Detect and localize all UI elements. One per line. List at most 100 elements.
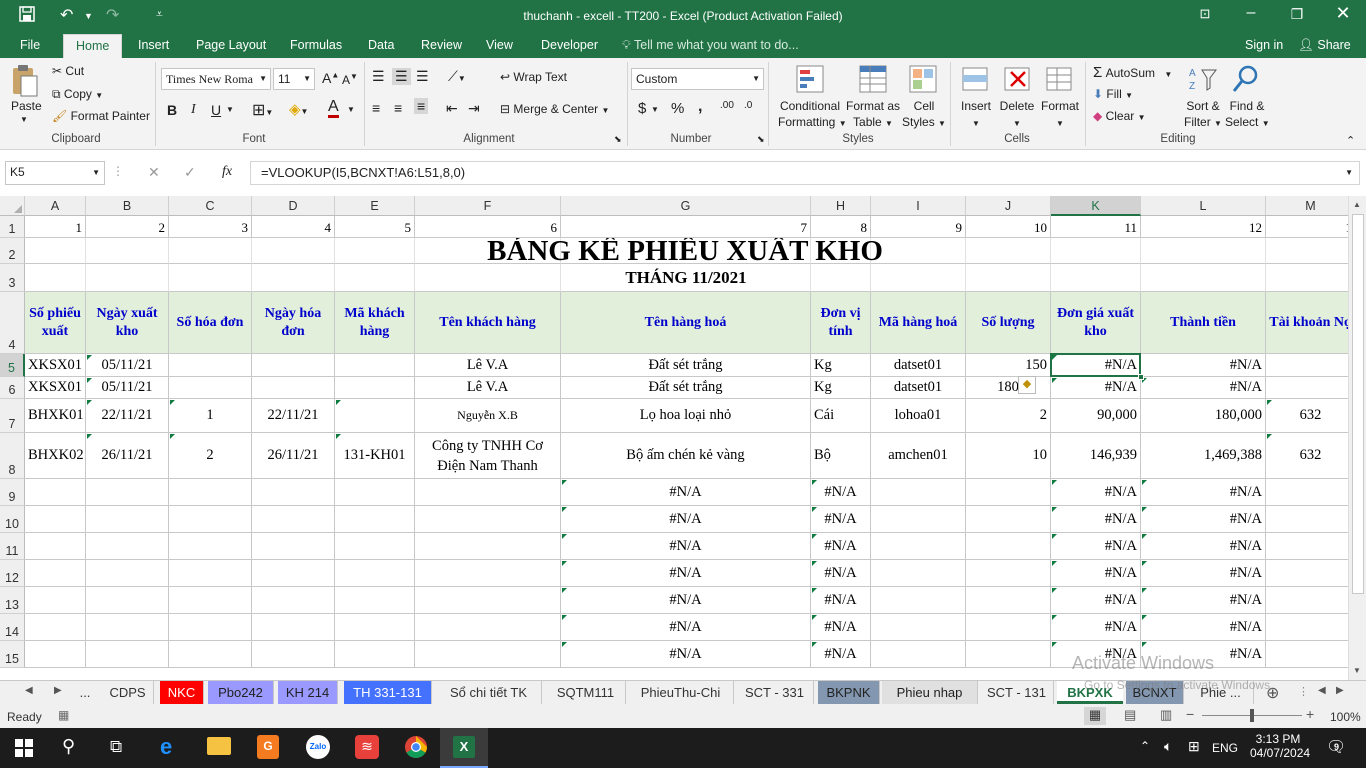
- sheet-tab-phieu-nhap[interactable]: Phieu nhap: [882, 681, 978, 704]
- windows-start-icon[interactable]: [15, 739, 33, 760]
- empty-cell[interactable]: [252, 533, 335, 560]
- column-number-cell[interactable]: 4: [252, 216, 335, 238]
- volume-icon[interactable]: 🔈︎: [1164, 738, 1172, 755]
- empty-cell[interactable]: [871, 641, 966, 668]
- column-header-c[interactable]: C: [169, 196, 252, 216]
- table-cell[interactable]: 22/11/21: [86, 399, 169, 433]
- empty-cell[interactable]: [871, 479, 966, 506]
- orientation-icon[interactable]: ⟋▼: [448, 68, 466, 85]
- scroll-down-icon[interactable]: ▼: [1353, 666, 1361, 675]
- delete-cells-button[interactable]: Delete ▼: [998, 98, 1036, 132]
- task-view-icon[interactable]: ⧉: [110, 737, 122, 757]
- empty-cell[interactable]: [1266, 560, 1348, 587]
- font-name-select[interactable]: Times New Roma ▼: [161, 68, 271, 90]
- sheet-tab-sct-131[interactable]: SCT - 131: [980, 681, 1054, 704]
- empty-cell[interactable]: [25, 614, 86, 641]
- bottom-align-icon[interactable]: ☰: [416, 68, 429, 85]
- table-header-cell[interactable]: Ngày xuất kho: [86, 292, 169, 354]
- table-cell[interactable]: 180: [966, 377, 1051, 399]
- grid-cell[interactable]: [25, 264, 86, 292]
- empty-cell[interactable]: [169, 560, 252, 587]
- sheet-tab--[interactable]: ...: [72, 681, 98, 704]
- find-select-icon[interactable]: [1231, 64, 1261, 97]
- table-header-cell[interactable]: Tên khách hàng: [415, 292, 561, 354]
- format-cells-button[interactable]: Format ▼: [1039, 98, 1081, 132]
- empty-cell[interactable]: [169, 533, 252, 560]
- find-select-button[interactable]: Find & Select ▼: [1225, 98, 1270, 132]
- cell-styles-button[interactable]: Cell Styles ▼: [902, 98, 946, 132]
- empty-cell[interactable]: [1266, 614, 1348, 641]
- excel-taskbar-button[interactable]: X: [440, 728, 488, 768]
- table-cell[interactable]: [335, 399, 415, 433]
- table-cell[interactable]: [1266, 354, 1348, 377]
- empty-cell[interactable]: [25, 479, 86, 506]
- empty-cell[interactable]: [871, 533, 966, 560]
- table-cell[interactable]: 1,469,388: [1141, 433, 1266, 479]
- network-icon[interactable]: ⊞: [1188, 738, 1200, 755]
- error-value-cell[interactable]: #N/A: [811, 533, 871, 560]
- table-cell[interactable]: [335, 377, 415, 399]
- empty-cell[interactable]: [335, 587, 415, 614]
- sign-in-link[interactable]: Sign in: [1245, 38, 1283, 52]
- fill-button[interactable]: ⬇︎ Fill ▼: [1093, 87, 1133, 101]
- table-cell[interactable]: 2: [169, 433, 252, 479]
- table-cell[interactable]: Lọ hoa loại nhỏ: [561, 399, 811, 433]
- empty-cell[interactable]: [25, 587, 86, 614]
- sort-filter-icon[interactable]: AZ: [1188, 64, 1218, 97]
- paste-dropdown-icon[interactable]: ▼: [20, 115, 28, 124]
- sheet-tab-sqtm111[interactable]: SQTM111: [546, 681, 626, 704]
- tab-view[interactable]: View: [486, 38, 513, 52]
- table-header-cell[interactable]: Ngày hóa đơn: [252, 292, 335, 354]
- sheet-prev-icon[interactable]: ◀: [25, 685, 33, 696]
- error-warning-icon[interactable]: ◆: [1018, 376, 1036, 394]
- error-value-cell[interactable]: #N/A: [1051, 533, 1141, 560]
- table-cell[interactable]: 90,000: [1051, 399, 1141, 433]
- collapse-ribbon-icon[interactable]: ⌃: [1346, 134, 1355, 147]
- empty-cell[interactable]: [966, 587, 1051, 614]
- delete-cells-icon[interactable]: [1003, 64, 1031, 97]
- empty-cell[interactable]: [871, 614, 966, 641]
- empty-cell[interactable]: [1266, 506, 1348, 533]
- table-header-cell[interactable]: Đơn vị tính: [811, 292, 871, 354]
- format-cells-icon[interactable]: [1045, 64, 1073, 97]
- empty-cell[interactable]: [1266, 587, 1348, 614]
- sheet-tab-pbo242[interactable]: Pbo242: [208, 681, 274, 704]
- sheet-tab-bkpnk[interactable]: BKPNK: [818, 681, 880, 704]
- table-cell[interactable]: 180,000: [1141, 399, 1266, 433]
- fill-color-icon[interactable]: ◈▼: [289, 100, 308, 118]
- cell-styles-icon[interactable]: [908, 64, 938, 97]
- table-cell[interactable]: BHXK01: [25, 399, 86, 433]
- empty-cell[interactable]: [252, 587, 335, 614]
- column-header-k[interactable]: K: [1051, 196, 1141, 216]
- grid-cell[interactable]: [86, 238, 169, 264]
- table-cell[interactable]: #N/A: [1141, 354, 1266, 377]
- decrease-indent-icon[interactable]: ⇤: [446, 100, 458, 117]
- sheet-options-icon[interactable]: ⋮: [1298, 685, 1309, 698]
- empty-cell[interactable]: [86, 560, 169, 587]
- cut-button[interactable]: ✂ Cut: [52, 64, 84, 78]
- conditional-formatting-icon[interactable]: [795, 64, 825, 97]
- table-cell[interactable]: Công ty TNHH Cơ Điện Nam Thanh: [415, 433, 561, 479]
- enter-formula-icon[interactable]: ✓: [184, 164, 196, 181]
- hscroll-left-icon[interactable]: ◀: [1318, 685, 1326, 696]
- table-cell[interactable]: 146,939: [1051, 433, 1141, 479]
- error-value-cell[interactable]: #N/A: [1051, 506, 1141, 533]
- column-header-b[interactable]: B: [86, 196, 169, 216]
- anydesk-icon[interactable]: ≋: [355, 735, 379, 759]
- grid-cell[interactable]: [169, 238, 252, 264]
- decrease-decimal-icon[interactable]: .0: [744, 100, 752, 111]
- column-header-m[interactable]: M: [1266, 196, 1348, 216]
- empty-cell[interactable]: [871, 587, 966, 614]
- grid-cell[interactable]: [966, 264, 1051, 292]
- number-format-select[interactable]: Custom ▼: [631, 68, 764, 90]
- empty-cell[interactable]: [335, 479, 415, 506]
- sheet-subtitle[interactable]: THÁNG 11/2021: [561, 264, 811, 292]
- macro-recording-icon[interactable]: ▦: [58, 708, 69, 722]
- percent-button[interactable]: %: [671, 100, 684, 117]
- formula-more-icon[interactable]: ⋮: [112, 164, 124, 178]
- sheet-tab-cdps[interactable]: CDPS: [102, 681, 154, 704]
- currency-button[interactable]: $: [638, 100, 646, 117]
- row-header-8[interactable]: 8: [0, 433, 25, 479]
- empty-cell[interactable]: [966, 641, 1051, 668]
- decrease-font-icon[interactable]: A▼: [342, 72, 358, 87]
